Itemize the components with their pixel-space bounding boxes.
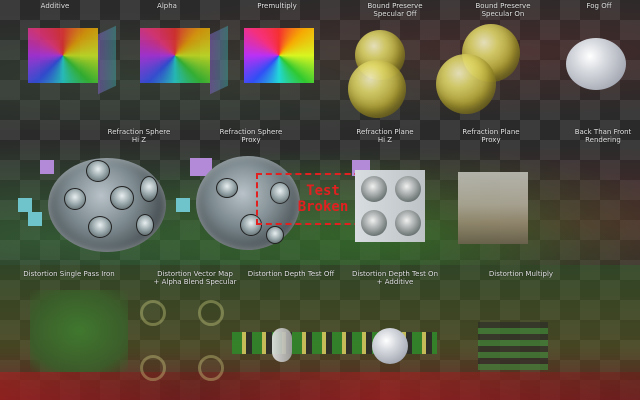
label-refraction-sphere-proxy: Refraction Sphere Proxy: [219, 128, 283, 144]
distortion-multiply-block: [478, 322, 548, 370]
label-distortion-depth-on: Distortion Depth Test On + Additive: [351, 270, 439, 286]
sphere-hole: [86, 160, 110, 182]
sphere-hole: [140, 176, 158, 202]
refraction-plane-proxy: [458, 172, 528, 244]
label-distortion-depth-off: Distortion Depth Test Off: [247, 270, 335, 278]
label-bound-preserve-off: Bound Preserve Specular Off: [367, 2, 423, 18]
label-refraction-plane-hiz: Refraction Plane Hi Z: [356, 128, 414, 144]
label-distortion-vector-map: Distortion Vector Map + Alpha Blend Spec…: [153, 270, 237, 286]
label-refraction-sphere-hiz: Refraction Sphere Hi Z: [107, 128, 171, 144]
distortion-ring: [198, 300, 224, 326]
probe-sphere: [361, 210, 387, 236]
alpha-cube-side: [210, 25, 228, 95]
red-floor-strip: [0, 372, 640, 400]
distortion-sphere: [372, 328, 408, 364]
cyan-cube: [18, 198, 32, 212]
refraction-plane-hiz-probe: [355, 170, 425, 242]
purple-cube: [40, 160, 54, 174]
sphere-hole: [110, 186, 134, 210]
probe-sphere: [395, 210, 421, 236]
additive-cube-side: [98, 25, 116, 95]
sphere-hole: [64, 188, 86, 210]
label-distortion-multiply: Distortion Multiply: [488, 270, 554, 278]
sphere-hole: [266, 226, 284, 244]
additive-cube: [28, 28, 98, 83]
bubble-spec-on-front: [436, 54, 496, 114]
premultiply-cube: [244, 28, 314, 83]
sphere-hole: [216, 178, 238, 198]
bubble-spec-off-front: [348, 60, 406, 118]
label-distortion-single-pass: Distortion Single Pass Iron: [23, 270, 115, 278]
sphere-hole: [136, 214, 154, 236]
cyan-cube: [28, 212, 42, 226]
label-premultiply: Premultiply: [257, 2, 297, 10]
label-bound-preserve-on: Bound Preserve Specular On: [475, 2, 531, 18]
cyan-cube: [176, 198, 190, 212]
fog-off-sphere: [566, 38, 626, 90]
label-refraction-plane-proxy: Refraction Plane Proxy: [462, 128, 520, 144]
label-alpha: Alpha: [157, 2, 177, 10]
label-back-then-front: Back Than Front Rendering: [574, 128, 632, 144]
test-scene-viewport: Additive Alpha Premultiply Bound Preserv…: [0, 0, 640, 400]
probe-sphere: [395, 176, 421, 202]
distortion-ring: [140, 300, 166, 326]
alpha-cube: [140, 28, 210, 83]
sphere-hole: [88, 216, 112, 238]
distortion-ring: [140, 355, 166, 381]
label-fog-off: Fog Off: [586, 2, 612, 10]
label-additive: Additive: [40, 2, 70, 10]
distortion-ring: [198, 355, 224, 381]
distortion-single-pass-blur: [30, 290, 128, 372]
probe-sphere: [361, 176, 387, 202]
distortion-glass-pill: [272, 328, 292, 362]
